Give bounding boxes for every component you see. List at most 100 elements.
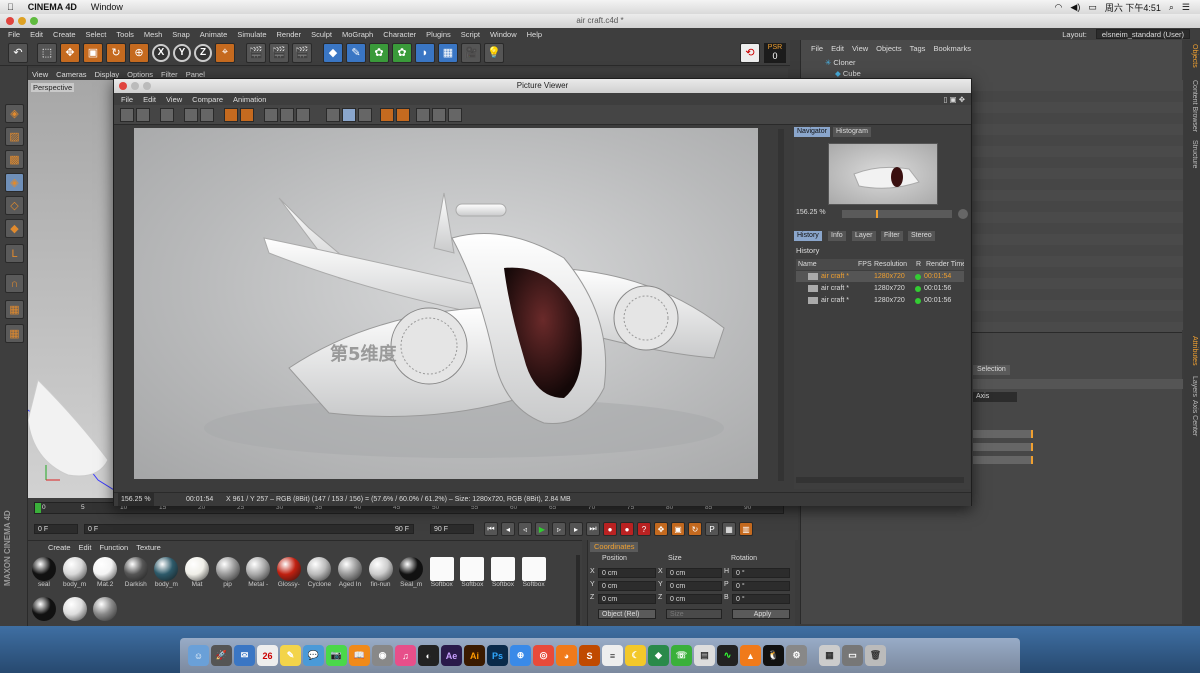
mat-menu-function[interactable]: Function: [95, 543, 132, 552]
material-swatch[interactable]: seal: [30, 557, 58, 593]
coord-system-icon[interactable]: ⌖: [215, 42, 235, 63]
material-scrollbar[interactable]: [576, 555, 580, 625]
material-swatch[interactable]: Darkish: [122, 557, 150, 593]
ibooks-icon[interactable]: 📖: [349, 645, 370, 666]
material-swatch[interactable]: Softbox: [489, 557, 517, 593]
anim-3-icon[interactable]: [448, 108, 462, 122]
edges-mode-icon[interactable]: ◇: [5, 196, 24, 215]
pv-menu-animation[interactable]: Animation: [228, 95, 271, 104]
menu-mesh[interactable]: Mesh: [139, 30, 167, 39]
move-icon[interactable]: ✥: [60, 42, 80, 63]
facetime-icon[interactable]: 📷: [326, 645, 347, 666]
pv-zoom-button[interactable]: [143, 82, 151, 90]
set-a-icon[interactable]: [380, 108, 394, 122]
position-field[interactable]: 0 cm: [598, 568, 656, 578]
battery-icon[interactable]: ▭: [1088, 2, 1097, 13]
list-icon[interactable]: ☰: [1182, 2, 1190, 13]
history-scrollbar[interactable]: [796, 477, 964, 483]
points-mode-icon[interactable]: ◈: [5, 173, 24, 192]
s-app-icon[interactable]: S: [579, 645, 600, 666]
tab-attributes[interactable]: Attributes: [1186, 336, 1198, 366]
pen-icon[interactable]: ✎: [346, 42, 366, 63]
menu-simulate[interactable]: Simulate: [232, 30, 271, 39]
size-field[interactable]: 0 cm: [666, 568, 722, 578]
x-axis-icon[interactable]: X: [152, 43, 170, 62]
z-axis-icon[interactable]: Z: [194, 43, 212, 62]
attr-slider-3[interactable]: [973, 456, 1033, 464]
camera-icon[interactable]: 🎥: [461, 42, 481, 63]
current-frame-field[interactable]: 0 F: [34, 524, 78, 534]
status-zoom[interactable]: 156.25 %: [118, 493, 154, 506]
menu-mograph[interactable]: MoGraph: [337, 30, 378, 39]
menu-animate[interactable]: Animate: [195, 30, 233, 39]
render-vertical-scrollbar[interactable]: [778, 129, 784, 481]
navigator-thumbnail[interactable]: [828, 143, 938, 205]
play-icon[interactable]: ▶: [535, 522, 549, 536]
render-image[interactable]: 第5维度: [134, 128, 758, 479]
pv-menu-edit[interactable]: Edit: [138, 95, 161, 104]
menu-sculpt[interactable]: Sculpt: [306, 30, 337, 39]
photoshop-icon[interactable]: Ps: [487, 645, 508, 666]
attr-slider-2[interactable]: [973, 443, 1033, 451]
light-icon[interactable]: 💡: [484, 42, 504, 63]
render-region-icon[interactable]: [184, 108, 198, 122]
size-field[interactable]: 0 cm: [666, 594, 722, 604]
menu-select[interactable]: Select: [81, 30, 112, 39]
ab-icon[interactable]: [326, 108, 340, 122]
mat-menu-create[interactable]: Create: [44, 543, 75, 552]
illustrator-icon[interactable]: Ai: [464, 645, 485, 666]
coord-mode-dropdown[interactable]: Object (Rel): [598, 609, 656, 619]
mat-menu-texture[interactable]: Texture: [132, 543, 165, 552]
pv-menu-view[interactable]: View: [161, 95, 187, 104]
itunes-icon[interactable]: ♫: [395, 645, 416, 666]
photo-booth-icon[interactable]: ◉: [372, 645, 393, 666]
banana-icon[interactable]: ☾: [625, 645, 646, 666]
om-menu-edit[interactable]: Edit: [827, 44, 848, 53]
stereo-tab[interactable]: Stereo: [908, 231, 935, 241]
vp-menu-cameras[interactable]: Cameras: [52, 70, 90, 79]
layer-tab[interactable]: Layer: [852, 231, 876, 241]
next-key-icon[interactable]: ▸: [569, 522, 583, 536]
utility-icon[interactable]: ⚙: [786, 645, 807, 666]
apply-button[interactable]: Apply: [732, 609, 790, 619]
rotation-field[interactable]: 0 °: [732, 581, 790, 591]
channel-3-icon[interactable]: [296, 108, 310, 122]
material-swatch[interactable]: Cyclone: [305, 557, 333, 593]
selection-button[interactable]: Selection: [973, 365, 1010, 375]
axis-dropdown[interactable]: Axis: [973, 392, 1017, 402]
calendar-icon[interactable]: 26: [257, 645, 278, 666]
qq-icon[interactable]: 🐧: [763, 645, 784, 666]
zoom-slider-handle[interactable]: [876, 210, 878, 218]
timeline-window-icon[interactable]: ▥: [739, 522, 753, 536]
tab-layers[interactable]: Layers: [1186, 376, 1198, 397]
material-swatch[interactable]: Softbox: [520, 557, 548, 593]
goto-start-icon[interactable]: ⏮: [484, 522, 498, 536]
menu-snap[interactable]: Snap: [167, 30, 195, 39]
rotate-icon[interactable]: ↻: [106, 42, 126, 63]
notes-icon[interactable]: ✎: [280, 645, 301, 666]
material-swatch[interactable]: Mat: [183, 557, 211, 593]
fit-icon[interactable]: [160, 108, 174, 122]
array-icon[interactable]: ✿: [392, 42, 412, 63]
pv-minimize-button[interactable]: [131, 82, 139, 90]
material-swatch[interactable]: body_m: [61, 557, 89, 593]
make-editable-icon[interactable]: ◈: [5, 104, 24, 123]
autokey-icon[interactable]: ●: [620, 522, 634, 536]
material-swatch[interactable]: fin-nun: [367, 557, 395, 593]
polygons-mode-icon[interactable]: ◆: [5, 219, 24, 238]
position-field[interactable]: 0 cm: [598, 594, 656, 604]
minimize-window-button[interactable]: [18, 17, 26, 25]
history-row[interactable]: air craft * 1280x720 00:01:56: [796, 283, 964, 294]
stop-render-icon[interactable]: [200, 108, 214, 122]
lock-workplane-icon[interactable]: ▦: [5, 324, 24, 343]
documents-stack-icon[interactable]: ▭: [842, 645, 863, 666]
history-tab[interactable]: History: [794, 231, 822, 241]
material-swatch[interactable]: body_m: [152, 557, 180, 593]
material-swatch[interactable]: pip: [214, 557, 242, 593]
channel-icon[interactable]: [264, 108, 278, 122]
filter-tab[interactable]: Filter: [881, 231, 903, 241]
cinema4d-icon[interactable]: ◐: [418, 645, 439, 666]
info-tab[interactable]: Info: [828, 231, 846, 241]
menu-window[interactable]: Window: [485, 30, 522, 39]
history-row[interactable]: air craft * 1280x720 00:01:56: [796, 295, 964, 306]
